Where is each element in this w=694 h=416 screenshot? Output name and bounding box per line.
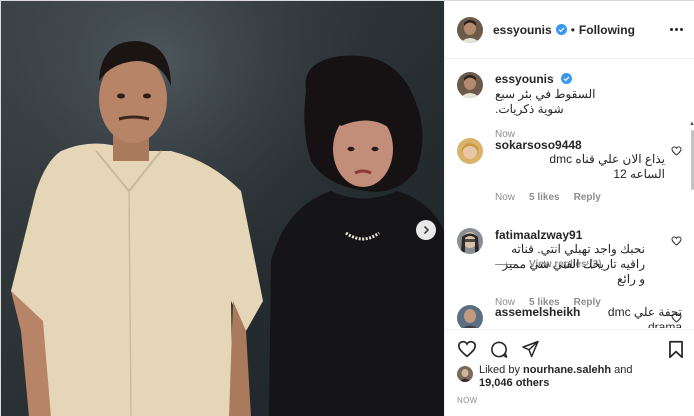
author-avatar[interactable] xyxy=(457,16,483,43)
caption-username[interactable]: essyounis xyxy=(495,72,554,86)
post-timestamp: NOW xyxy=(457,396,478,405)
commenter-avatar[interactable] xyxy=(457,305,483,328)
avatar-image xyxy=(457,228,483,254)
liker-username[interactable]: nourhane.salehh xyxy=(523,364,611,376)
avatar-image xyxy=(457,138,483,164)
film-still-image xyxy=(1,1,444,416)
post-side-panel: essyounis • Following essyounis السقوط ف… xyxy=(444,1,694,416)
bookmark-icon[interactable] xyxy=(668,340,684,359)
comment-item: sokarsoso9448 يذاع الان علي قناه dmc الس… xyxy=(457,138,682,203)
chevron-right-icon xyxy=(423,225,430,235)
verified-badge-icon xyxy=(555,24,567,35)
heart-icon[interactable] xyxy=(671,146,682,156)
comment-item: fatimaalzway91 نحبك واجد تهبلي انتي. قنا… xyxy=(457,228,682,308)
heart-icon[interactable] xyxy=(457,340,477,358)
caption-avatar[interactable] xyxy=(457,72,483,98)
more-options-icon[interactable] xyxy=(670,28,683,31)
caption: essyounis السقوط في بئر سبع شوية ذكريات.… xyxy=(457,72,682,140)
scroll-up-arrow[interactable]: ▲ xyxy=(689,121,694,127)
share-icon[interactable] xyxy=(521,340,540,358)
instagram-post: essyounis • Following essyounis السقوط ف… xyxy=(0,0,694,416)
commenter-username[interactable]: assemelsheikh xyxy=(495,305,580,328)
comment-text: تحفة علي dmc drama xyxy=(607,305,682,328)
caption-text-line2: شوية ذكريات. xyxy=(495,102,564,116)
likes-summary: Liked by nourhane.salehh and 19,046 othe… xyxy=(457,364,633,390)
post-photo[interactable] xyxy=(1,1,444,416)
comment-item: assemelsheikh تحفة علي dmc drama xyxy=(457,305,682,328)
commenter-avatar[interactable] xyxy=(457,228,483,254)
author-username[interactable]: essyounis xyxy=(493,23,552,37)
post-actions: Liked by nourhane.salehh and 19,046 othe… xyxy=(445,329,694,416)
likes-count[interactable]: 19,046 others xyxy=(479,377,549,389)
heart-icon[interactable] xyxy=(671,313,682,323)
post-header: essyounis • Following xyxy=(445,1,694,59)
liker-avatar[interactable] xyxy=(457,366,473,382)
avatar-image xyxy=(457,366,473,382)
comment-text: يذاع الان علي قناه dmc الساعه 12 xyxy=(549,152,665,181)
commenter-username[interactable]: fatimaalzway91 xyxy=(495,228,682,242)
comment-meta: Now 5 likes Reply xyxy=(495,192,682,203)
avatar-image xyxy=(457,305,483,328)
likes-text: Liked by nourhane.salehh and 19,046 othe… xyxy=(479,364,633,390)
heart-icon[interactable] xyxy=(671,236,682,246)
next-photo-button[interactable] xyxy=(416,220,436,240)
comments-list[interactable]: essyounis السقوط في بئر سبع شوية ذكريات.… xyxy=(445,60,694,328)
comment-text: نحبك واجد تهبلي انتي. قناته راقيه تاريخك… xyxy=(502,242,645,286)
verified-badge-icon xyxy=(561,73,573,84)
commenter-avatar[interactable] xyxy=(457,138,483,164)
separator-dot: • xyxy=(570,22,575,37)
comment-likes[interactable]: 5 likes xyxy=(529,192,560,203)
following-button[interactable]: Following xyxy=(579,23,635,37)
avatar-image xyxy=(457,72,483,98)
caption-text-line1: السقوط في بئر سبع xyxy=(495,87,596,101)
avatar-image xyxy=(457,16,483,43)
comment-icon[interactable] xyxy=(489,340,509,359)
likes-prefix: Liked by xyxy=(479,364,520,376)
likes-and: and xyxy=(614,364,633,376)
commenter-username[interactable]: sokarsoso9448 xyxy=(495,138,582,152)
comment-time: Now xyxy=(495,192,516,203)
reply-button[interactable]: Reply xyxy=(574,192,601,203)
